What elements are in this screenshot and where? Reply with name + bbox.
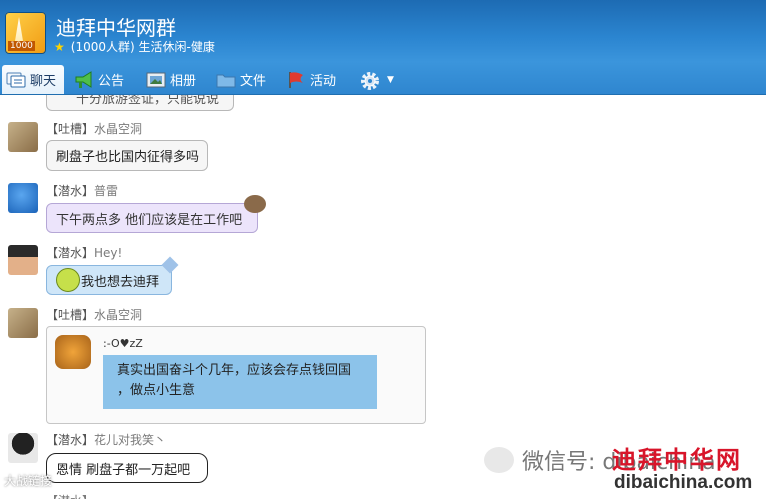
- tab-activity[interactable]: 活动: [286, 65, 336, 94]
- photo-album-icon: [146, 71, 166, 89]
- tab-files[interactable]: 文件: [216, 65, 266, 94]
- message-text: 下午两点多 他们应该是在工作吧: [56, 212, 243, 228]
- avatar[interactable]: [8, 183, 38, 213]
- card-text-line: ，做点小生意: [117, 383, 196, 398]
- chat-area[interactable]: 十分旅游签证，只能说说 【吐槽】水晶空洞 刷盘子也比国内征得多吗 【潜水】普雷 …: [0, 95, 766, 499]
- brand-watermark: 迪拜中华网: [612, 445, 742, 474]
- message-bubble[interactable]: 十分旅游签证，只能说说: [46, 95, 234, 111]
- member-title: 【吐槽】: [46, 308, 95, 322]
- message-text: 我也想去迪拜: [81, 274, 160, 290]
- sender-line: 【潜水】Hey!: [46, 244, 122, 261]
- member-title: 【潜水】: [46, 184, 95, 198]
- avatar[interactable]: [8, 122, 38, 152]
- card-caption: :-O♥zZ: [103, 337, 143, 350]
- sender-line: 【潜水】: [46, 492, 94, 499]
- logo-badge: 1000: [8, 41, 35, 51]
- tab-chat-label: 聊天: [30, 74, 57, 89]
- message-bubble[interactable]: 下午两点多 他们应该是在工作吧: [46, 203, 258, 233]
- group-logo[interactable]: 1000: [5, 12, 46, 54]
- image-message-card[interactable]: :-O♥zZ 真实出国奋斗个几年，应该会存点钱回国 ，做点小生意: [46, 326, 426, 424]
- sender-name[interactable]: Hey!: [94, 246, 122, 260]
- group-category: 生活休闲-健康: [138, 40, 215, 54]
- chevron-down-icon: ▼: [387, 74, 394, 85]
- message-bubble[interactable]: 恩情 刷盘子都一万起吧: [46, 453, 208, 483]
- sender-name[interactable]: 水晶空洞: [94, 308, 142, 322]
- tab-album[interactable]: 相册: [146, 65, 196, 94]
- cat-sticker-icon: [55, 335, 91, 369]
- domain-watermark: dibaichina.com: [614, 472, 753, 493]
- sender-name[interactable]: 水晶空洞: [94, 122, 142, 136]
- settings-menu[interactable]: ▼: [360, 65, 394, 94]
- wechat-icon: [484, 447, 514, 473]
- flag-icon: [286, 71, 306, 89]
- folder-icon: [216, 71, 236, 89]
- smiley-icon: [56, 268, 80, 292]
- tab-album-label: 相册: [170, 74, 197, 89]
- avatar[interactable]: [8, 245, 38, 275]
- card-content: 真实出国奋斗个几年，应该会存点钱回国 ，做点小生意: [103, 355, 377, 409]
- sender-line: 【潜水】普雷: [46, 182, 118, 199]
- chat-icon: [6, 71, 26, 89]
- sender-line: 【吐槽】水晶空洞: [46, 306, 142, 323]
- card-text-line: 真实出国奋斗个几年，应该会存点钱回国: [117, 363, 352, 378]
- sender-name[interactable]: 普雷: [94, 184, 118, 198]
- bubble-decoration-icon: [244, 195, 266, 213]
- group-name[interactable]: 迪拜中华网群: [56, 12, 176, 41]
- star-icon: ★: [54, 40, 65, 54]
- gear-icon: [360, 71, 380, 90]
- tab-files-label: 文件: [240, 74, 267, 89]
- group-info: ★ (1000人群) 生活休闲-健康: [54, 38, 215, 55]
- message-text: 刷盘子也比国内征得多吗: [56, 150, 200, 165]
- tab-activity-label: 活动: [310, 74, 337, 89]
- sender-name[interactable]: 花儿对我笑丶: [94, 433, 166, 447]
- tab-chat[interactable]: 聊天: [2, 65, 65, 94]
- member-title: 【吐槽】: [46, 122, 95, 136]
- member-title: 【潜水】: [46, 246, 95, 260]
- megaphone-icon: [74, 70, 94, 89]
- sender-line: 【潜水】花儿对我笑丶: [46, 431, 166, 448]
- message-text: 恩情 刷盘子都一万起吧: [56, 462, 191, 478]
- tab-bar: 聊天 公告 相册 文件 活动 ▼: [0, 62, 766, 95]
- avatar[interactable]: [8, 308, 38, 338]
- group-header: 1000 迪拜中华网群 ★ (1000人群) 生活休闲-健康: [0, 0, 766, 62]
- member-count: (1000人群): [70, 40, 135, 54]
- tab-announcement[interactable]: 公告: [74, 65, 124, 94]
- avatar[interactable]: [8, 433, 38, 463]
- tab-announcement-label: 公告: [98, 74, 125, 89]
- sender-line: 【吐槽】水晶空洞: [46, 120, 142, 137]
- member-title: 【潜水】: [46, 433, 95, 447]
- message-bubble[interactable]: 刷盘子也比国内征得多吗: [46, 140, 208, 171]
- message-text: 十分旅游签证，只能说说: [76, 95, 220, 107]
- watermark-text: 大战链接: [4, 474, 53, 488]
